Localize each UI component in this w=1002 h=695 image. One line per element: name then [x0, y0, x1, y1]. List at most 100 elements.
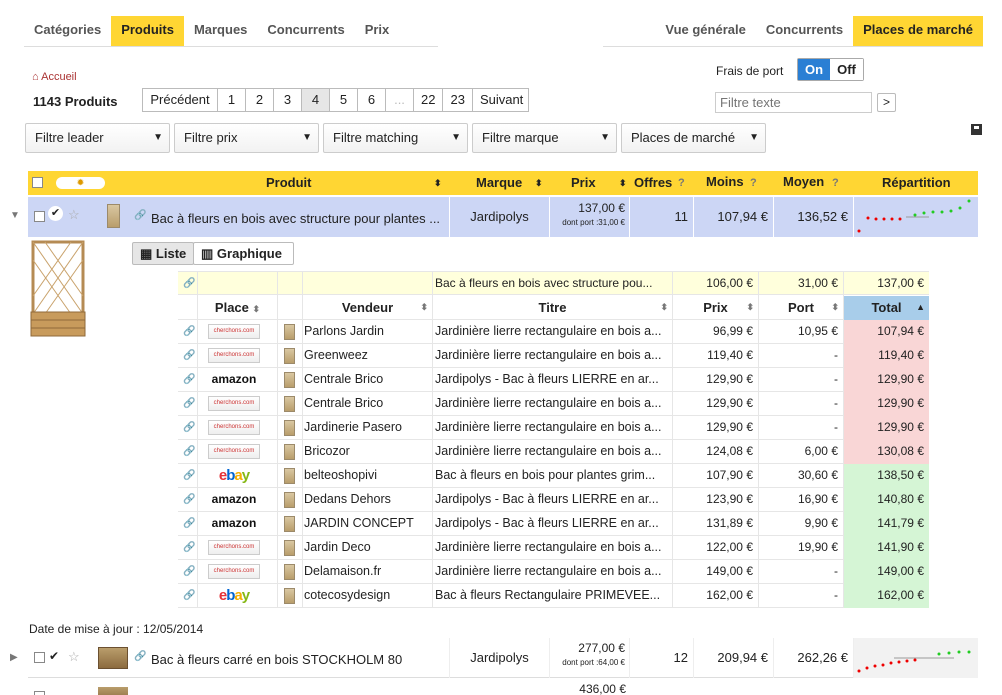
pager-next[interactable]: Suivant	[471, 88, 529, 112]
link-icon[interactable]: 🔗	[183, 320, 195, 343]
check-icon[interactable]: ✔	[48, 206, 63, 221]
help-icon[interactable]: ?	[678, 171, 685, 195]
tab-concurrents[interactable]: Concurrents	[257, 16, 354, 46]
sun-icon[interactable]: ✹	[56, 177, 105, 189]
pager-page[interactable]: 6	[357, 88, 386, 112]
link-icon[interactable]: 🔗	[183, 560, 195, 583]
sort-icon[interactable]: ⬍	[420, 296, 428, 319]
marketplace-logo: cherchons.com	[208, 420, 260, 435]
link-icon[interactable]: 🔗	[134, 210, 146, 221]
help-icon[interactable]: ?	[750, 171, 757, 195]
col-vendeur[interactable]: Vendeur ⬍	[303, 296, 433, 320]
col-prix-inner[interactable]: Prix ⬍	[673, 296, 759, 320]
pager-page[interactable]: 23	[442, 88, 473, 112]
row-checkbox[interactable]	[34, 211, 45, 222]
star-icon[interactable]: ☆	[68, 649, 80, 665]
select-all-checkbox[interactable]	[32, 177, 43, 188]
star-icon[interactable]: ☆	[68, 207, 80, 223]
link-icon[interactable]: 🔗	[183, 392, 195, 415]
text-filter-input[interactable]	[715, 92, 872, 113]
text-filter-go-button[interactable]: >	[877, 93, 896, 112]
sort-asc-icon[interactable]: ▲	[916, 296, 925, 319]
sort-icon[interactable]: ⬍	[619, 171, 627, 195]
pager-page[interactable]: 5	[329, 88, 358, 112]
sort-icon[interactable]: ⬍	[535, 171, 543, 195]
link-icon[interactable]: 🔗	[183, 464, 195, 487]
link-icon[interactable]: 🔗	[183, 440, 195, 463]
tab-produits[interactable]: Produits	[111, 16, 184, 46]
offer-row[interactable]: 🔗 cherchons.com Bricozor Jardinière lierre …	[178, 440, 929, 464]
filter-matching[interactable]: Filtre matching ▼	[323, 123, 468, 153]
link-icon[interactable]: 🔗	[183, 344, 195, 367]
offer-row[interactable]: 🔗 amazon Centrale Brico Jardipolys - Bac à …	[178, 368, 929, 392]
sort-icon[interactable]: ⬍	[831, 296, 839, 319]
offer-row[interactable]: 🔗 ebay cotecosydesign Bac à fleurs Rectangu…	[178, 584, 929, 608]
offer-row[interactable]: 🔗 cherchons.com Greenweez Jardinière lierre…	[178, 344, 929, 368]
filter-marque[interactable]: Filtre marque ▼	[472, 123, 617, 153]
tab-places-de-marche[interactable]: Places de marché	[853, 16, 983, 46]
filter-places-de-marche[interactable]: Places de marché ▼	[621, 123, 766, 153]
offer-row[interactable]: 🔗 cherchons.com Parlons Jardin Jardinière l…	[178, 320, 929, 344]
offer-row[interactable]: 🔗 cherchons.com Centrale Brico Jardinière l…	[178, 392, 929, 416]
col-port[interactable]: Port ⬍	[759, 296, 844, 320]
offer-row[interactable]: 🔗 cherchons.com Delamaison.fr Jardinière li…	[178, 560, 929, 584]
tab-concurrents-right[interactable]: Concurrents	[756, 16, 853, 46]
col-offres[interactable]: Offres	[634, 171, 672, 195]
link-icon[interactable]: 🔗	[183, 584, 195, 607]
link-icon[interactable]: 🔗	[183, 272, 195, 295]
tab-prix[interactable]: Prix	[355, 16, 400, 46]
frais-on-button[interactable]: On	[798, 59, 830, 80]
liste-view-button[interactable]: ▦ Liste	[132, 242, 194, 265]
col-titre[interactable]: Titre ⬍	[433, 296, 673, 320]
pager-prev[interactable]: Précédent	[142, 88, 218, 112]
pager-page[interactable]: 2	[245, 88, 274, 112]
product-name[interactable]: Bac à fleurs carré en bois STOCKHOLM 80	[151, 652, 402, 667]
offer-row[interactable]: 🔗 ebay belteoshopivi Bac à fleurs en bois p…	[178, 464, 929, 488]
sort-icon[interactable]: ⬍	[746, 296, 754, 319]
tab-marques[interactable]: Marques	[184, 16, 257, 46]
save-icon[interactable]	[971, 124, 982, 135]
row-checkbox[interactable]	[34, 691, 45, 695]
tab-vue-generale[interactable]: Vue générale	[655, 16, 755, 46]
filter-prix[interactable]: Filtre prix ▼	[174, 123, 319, 153]
offer-row[interactable]: 🔗 amazon Dedans Dehors Jardipolys - Bac à f…	[178, 488, 929, 512]
help-icon[interactable]: ?	[832, 171, 839, 195]
col-marque[interactable]: Marque	[476, 171, 522, 195]
collapse-icon[interactable]: ▼	[10, 210, 20, 221]
product-row[interactable]: 436,00 €	[28, 681, 978, 695]
link-icon[interactable]: 🔗	[183, 536, 195, 559]
col-moins[interactable]: Moins	[706, 170, 744, 194]
link-icon[interactable]: 🔗	[183, 368, 195, 391]
sort-icon[interactable]: ⬍	[434, 171, 442, 195]
offer-row[interactable]: 🔗 cherchons.com Jardinerie Pasero Jardinièr…	[178, 416, 929, 440]
pager-page[interactable]: 1	[217, 88, 246, 112]
link-icon[interactable]: 🔗	[134, 651, 146, 662]
col-prix[interactable]: Prix	[571, 171, 596, 195]
row-checkbox[interactable]	[34, 652, 45, 663]
graphique-view-button[interactable]: ▥ Graphique	[193, 242, 294, 265]
col-produit[interactable]: Produit	[266, 171, 312, 195]
pager-page-current[interactable]: 4	[301, 88, 330, 112]
offer-row[interactable]: 🔗 amazon JARDIN CONCEPT Jardipolys - Bac à …	[178, 512, 929, 536]
col-moyen[interactable]: Moyen	[783, 170, 824, 194]
frais-off-button[interactable]: Off	[830, 59, 863, 80]
product-name[interactable]: Bac à fleurs en bois avec structure pour…	[151, 211, 440, 226]
pager-page[interactable]: 3	[273, 88, 302, 112]
check-icon[interactable]: ✔	[49, 649, 59, 663]
col-total[interactable]: Total ▲	[844, 296, 929, 320]
product-row[interactable]: ✔ ☆ 🔗 Bac à fleurs carré en bois STOCKHO…	[28, 638, 978, 678]
tab-categories[interactable]: Catégories	[24, 16, 111, 46]
filter-leader[interactable]: Filtre leader ▼	[25, 123, 170, 153]
product-row-selected[interactable]: ✔ ☆ 🔗 Bac à fleurs en bois avec structur…	[28, 197, 978, 237]
offer-row[interactable]: 🔗 cherchons.com Jardin Deco Jardinière lier…	[178, 536, 929, 560]
link-icon[interactable]: 🔗	[183, 512, 195, 535]
link-icon[interactable]: 🔗	[183, 488, 195, 511]
col-place[interactable]: Place ⬍	[198, 296, 278, 320]
pager-page[interactable]: 22	[413, 88, 444, 112]
breadcrumb-accueil[interactable]: Accueil	[41, 71, 76, 83]
sort-icon[interactable]: ⬍	[253, 304, 261, 314]
link-icon[interactable]: 🔗	[183, 416, 195, 439]
breadcrumb[interactable]: ⌂ Accueil	[32, 71, 77, 83]
sort-icon[interactable]: ⬍	[660, 296, 668, 319]
expand-icon[interactable]: ▶	[10, 652, 18, 663]
